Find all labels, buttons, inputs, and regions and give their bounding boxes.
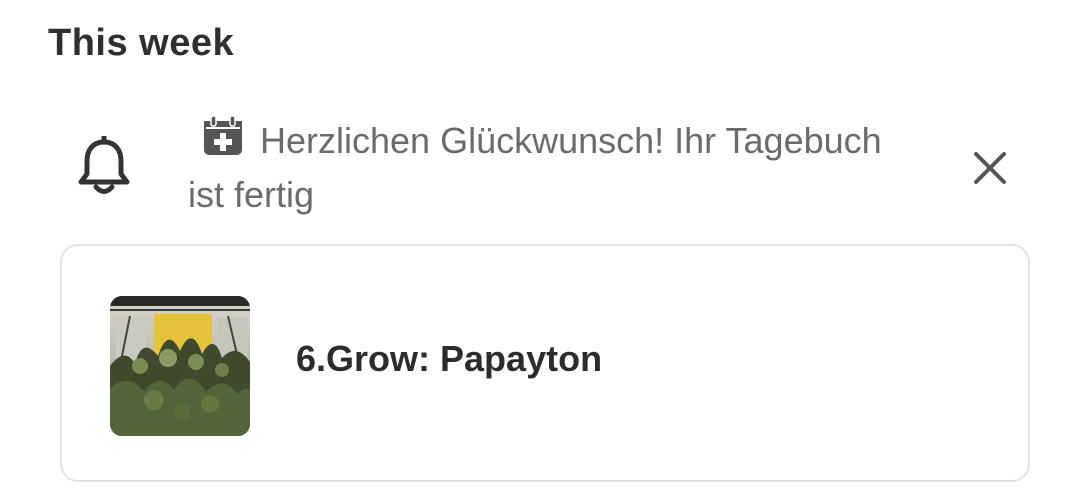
- close-icon[interactable]: [968, 146, 1012, 190]
- grow-title: 6.Grow: Papayton: [296, 338, 603, 379]
- section-title: This week: [48, 22, 235, 64]
- notification-item: Herzlichen Glückwunsch! Ihr Tagebuch ist…: [0, 110, 1092, 230]
- bell-icon: [78, 136, 130, 194]
- plant-thumbnail: [110, 296, 250, 436]
- notification-message: Herzlichen Glückwunsch! Ihr Tagebuch ist…: [188, 120, 882, 215]
- grow-diary-card[interactable]: 6.Grow: Papayton: [60, 244, 1030, 482]
- notification-message-container: Herzlichen Glückwunsch! Ihr Tagebuch ist…: [188, 114, 908, 222]
- calendar-plus-icon: [204, 115, 242, 155]
